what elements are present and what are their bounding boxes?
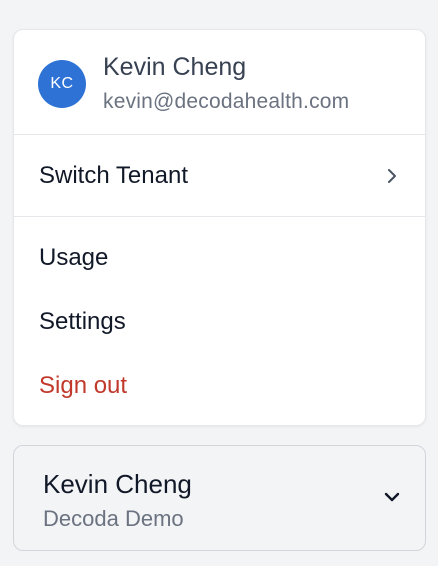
chevron-down-icon (384, 492, 400, 502)
user-menu-dropdown: KC Kevin Cheng kevin@decodahealth.com Sw… (13, 29, 426, 426)
account-switcher-button[interactable]: Kevin Cheng Decoda Demo (13, 445, 426, 551)
menu-item-label: Sign out (39, 372, 128, 399)
profile-header: KC Kevin Cheng kevin@decodahealth.com (14, 30, 425, 135)
switch-tenant-menu-item[interactable]: Switch Tenant (14, 135, 425, 217)
account-tenant: Decoda Demo (43, 506, 184, 531)
menu-item-label: Settings (39, 308, 126, 335)
switch-tenant-label: Switch Tenant (39, 162, 188, 189)
menu-item-settings[interactable]: Settings (14, 293, 425, 353)
menu-item-label: Usage (39, 244, 109, 271)
chevron-right-icon (388, 169, 396, 183)
profile-email: kevin@decodahealth.com (103, 90, 350, 113)
menu-item-usage[interactable]: Usage (14, 229, 425, 289)
avatar-initials: KC (50, 75, 74, 92)
menu-item-sign-out[interactable]: Sign out (14, 357, 425, 417)
avatar: KC (38, 60, 86, 108)
account-name: Kevin Cheng (43, 469, 192, 499)
profile-name: Kevin Cheng (103, 53, 247, 81)
